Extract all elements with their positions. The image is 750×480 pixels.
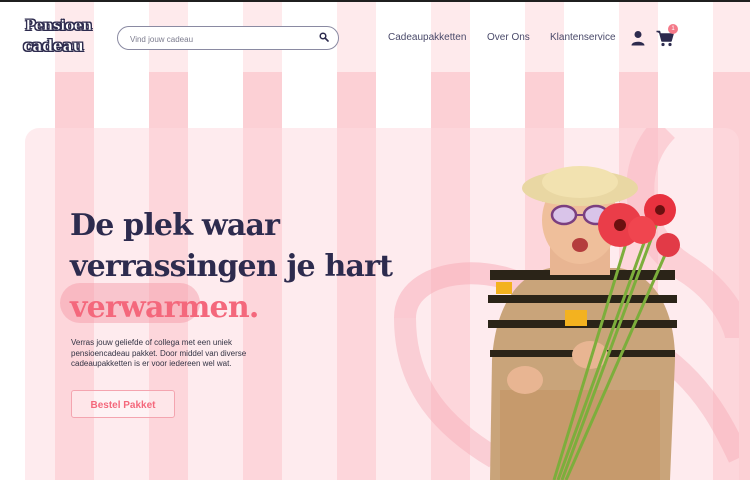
user-icon[interactable] <box>630 30 646 46</box>
hero-intro-text: Verras jouw geliefde of collega met een … <box>71 338 247 368</box>
headline-line-1: De plek waar <box>70 208 280 243</box>
headline-accent: verwarmen. <box>70 290 259 325</box>
nav-item-over-ons[interactable]: Over Ons <box>487 32 530 43</box>
logo-line-1: Pensioen <box>25 18 93 35</box>
hero-headline: De plek waar verrassingen je hart verwar… <box>70 205 430 328</box>
order-package-button[interactable]: Bestel Pakket <box>71 390 175 418</box>
site-header: Pensioen cadeau Cadeaupakketten Over Ons… <box>0 2 750 72</box>
headline-line-2: verrassingen je hart <box>70 249 393 284</box>
logo-line-2: cadeau <box>23 36 85 56</box>
search-icon[interactable] <box>319 32 329 42</box>
nav-item-klantenservice[interactable]: Klantenservice <box>550 32 616 43</box>
nav-item-cadeaupakketten[interactable]: Cadeaupakketten <box>388 32 466 43</box>
cart-count-badge: 1 <box>668 24 678 34</box>
top-border <box>0 0 750 2</box>
hero-photo-woman-with-flowers <box>488 166 680 480</box>
search-input[interactable] <box>128 30 312 48</box>
search-bar <box>117 26 339 50</box>
logo[interactable]: Pensioen cadeau <box>23 16 93 60</box>
